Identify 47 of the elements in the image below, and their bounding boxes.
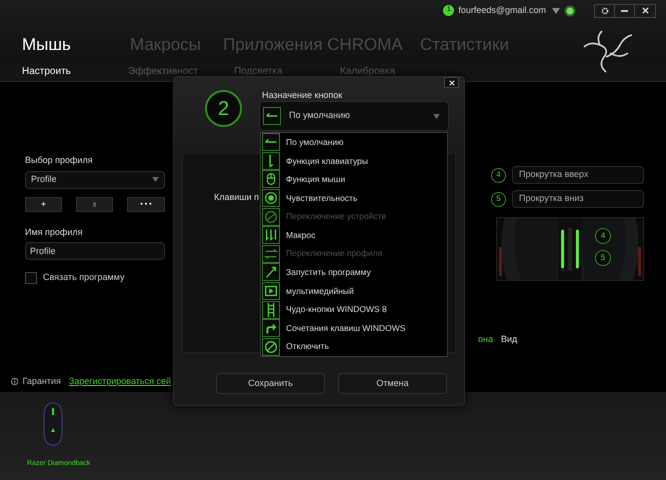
info-icon — [11, 376, 18, 386]
profile-name-label: Имя профиля — [25, 226, 84, 239]
assignment-option[interactable]: Отключить — [261, 338, 447, 356]
view-tab[interactable]: Вид — [500, 333, 518, 346]
sub-tab[interactable]: Настроить — [22, 66, 128, 76]
assignment-option[interactable]: По умолчанию — [261, 133, 447, 152]
key-number[interactable]: 4 — [491, 168, 506, 182]
close-icon — [448, 80, 454, 86]
main-tab[interactable]: Мышь — [22, 36, 130, 53]
link-program-checkbox[interactable] — [25, 272, 37, 284]
dialog-button[interactable]: Сохранить — [216, 373, 325, 394]
assignment-option[interactable]: мультимедийный — [261, 282, 447, 300]
assignment-option[interactable]: Запустить программу — [261, 263, 447, 282]
assignment-select[interactable]: По умолчанию — [259, 101, 449, 131]
account-email: fourfeeds@gmail.com — [458, 4, 546, 17]
dropdown-caret-icon — [152, 177, 159, 182]
dialog-button[interactable]: Отмена — [338, 373, 447, 394]
assignment-option[interactable]: Чувствительность — [261, 188, 447, 208]
profile-select-label: Выбор профиля — [25, 154, 94, 167]
dialog-close-button[interactable] — [444, 77, 459, 88]
assignment-option[interactable]: Чудо-кнопки WINDOWS 8 — [261, 300, 447, 319]
dropdown-caret-icon[interactable] — [552, 8, 560, 14]
mouse-device-icon[interactable] — [43, 402, 63, 446]
add-profile-button[interactable]: + — [25, 196, 62, 212]
warranty-label: Гарантия — [22, 374, 61, 388]
view-tab[interactable]: она — [478, 333, 493, 346]
close-icon — [642, 7, 648, 14]
delete-profile-button[interactable] — [76, 196, 113, 212]
profile-select[interactable]: Profile — [25, 170, 165, 188]
key-number[interactable]: 5 — [491, 192, 506, 206]
default-icon — [263, 107, 281, 125]
assignment-label: Назначение кнопок — [262, 89, 342, 102]
dropdown-caret-icon — [433, 114, 440, 118]
register-link[interactable]: Зарегистрироваться сей — [68, 374, 171, 388]
minimize-icon — [621, 10, 628, 12]
assignment-option[interactable]: Функция мыши — [261, 170, 447, 189]
trash-icon — [93, 202, 96, 206]
settings-icon — [600, 6, 608, 14]
keys-label: Клавиши п — [214, 191, 259, 204]
status-orb-icon[interactable] — [564, 4, 576, 16]
profile-name-field[interactable]: Profile — [25, 242, 165, 260]
key-action-field[interactable]: Прокрутка вверх — [512, 166, 644, 184]
assignment-option[interactable]: Функция клавиатуры — [261, 152, 447, 170]
assignment-option[interactable]: Макрос — [261, 226, 447, 245]
link-program-label: Связать программу — [43, 271, 124, 284]
assignment-option[interactable]: Сочетания клавиш WINDOWS — [261, 318, 447, 338]
key-action-field[interactable]: Прокрутка вниз — [512, 190, 644, 208]
